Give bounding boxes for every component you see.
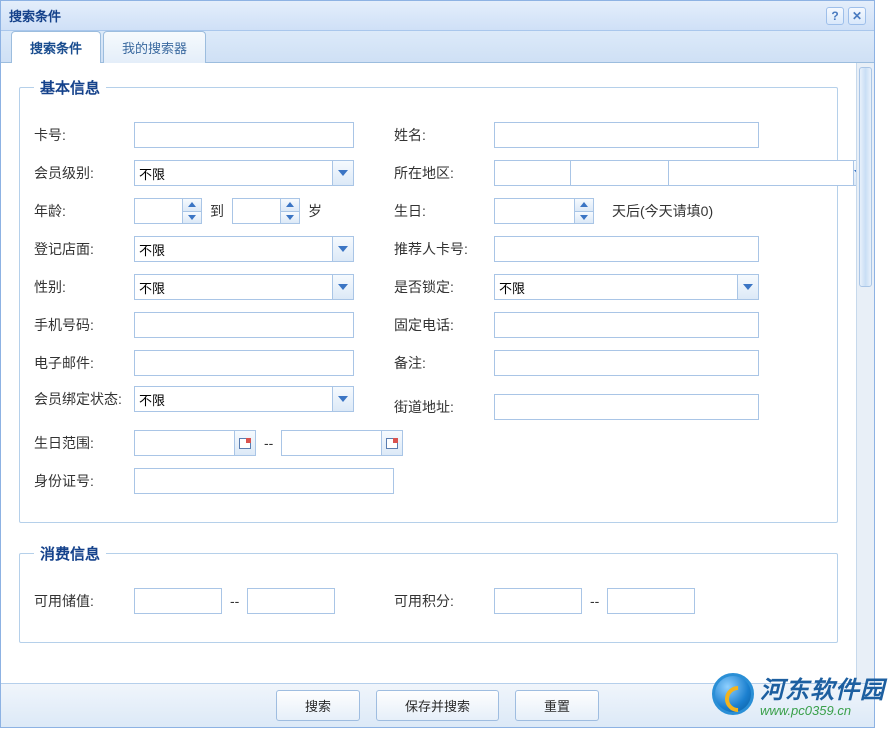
- email-input[interactable]: [134, 350, 354, 376]
- avail-points-label: 可用积分:: [394, 591, 494, 611]
- street-label: 街道地址:: [394, 397, 494, 417]
- calendar-icon[interactable]: [234, 430, 256, 456]
- id-card-label: 身份证号:: [34, 471, 134, 491]
- referrer-card-label: 推荐人卡号:: [394, 239, 494, 259]
- age-label: 年龄:: [34, 201, 134, 221]
- chevron-down-icon[interactable]: [332, 160, 354, 186]
- form-content: 基本信息 卡号: 姓名: 会员级别:: [1, 63, 856, 683]
- chevron-down-icon[interactable]: [332, 274, 354, 300]
- street-input[interactable]: [494, 394, 759, 420]
- chevron-down-icon[interactable]: [332, 386, 354, 412]
- search-dialog: 搜索条件 ? ✕ 搜索条件 我的搜索器 基本信息 卡号: 姓名:: [0, 0, 875, 728]
- gender-label: 性别:: [34, 277, 134, 297]
- age-from-spinner[interactable]: [134, 198, 202, 224]
- days-later-label: 天后(今天请填0): [612, 201, 713, 221]
- birthday-to-input[interactable]: [281, 430, 381, 456]
- chevron-down-icon[interactable]: [332, 236, 354, 262]
- consume-info-fieldset: 消费信息 可用储值: -- 可用积分: --: [19, 543, 838, 643]
- close-button[interactable]: ✕: [848, 7, 866, 25]
- spinner-down-icon[interactable]: [183, 212, 201, 224]
- phone-label: 固定电话:: [394, 315, 494, 335]
- spinner-down-icon[interactable]: [281, 212, 299, 224]
- button-bar: 搜索 保存并搜索 重置: [1, 683, 874, 727]
- birthday-label: 生日:: [394, 201, 494, 221]
- chevron-down-icon[interactable]: [737, 274, 759, 300]
- member-level-label: 会员级别:: [34, 163, 134, 183]
- basic-info-legend: 基本信息: [34, 77, 106, 98]
- mobile-label: 手机号码:: [34, 315, 134, 335]
- calendar-icon[interactable]: [381, 430, 403, 456]
- points-from-input[interactable]: [494, 588, 582, 614]
- spinner-up-icon[interactable]: [281, 199, 299, 212]
- tab-search-conditions[interactable]: 搜索条件: [11, 31, 101, 63]
- birthday-to-date[interactable]: [281, 430, 403, 456]
- bind-status-input[interactable]: [134, 386, 332, 412]
- birthday-from-date[interactable]: [134, 430, 256, 456]
- birthday-days-input[interactable]: [494, 198, 574, 224]
- remark-label: 备注:: [394, 353, 494, 373]
- reg-store-combo[interactable]: [134, 236, 354, 262]
- card-no-label: 卡号:: [34, 125, 134, 145]
- locked-combo[interactable]: [494, 274, 759, 300]
- region3-input[interactable]: [668, 160, 853, 186]
- reg-store-label: 登记店面:: [34, 239, 134, 259]
- avail-balance-label: 可用储值:: [34, 591, 134, 611]
- age-from-input[interactable]: [134, 198, 182, 224]
- gender-combo[interactable]: [134, 274, 354, 300]
- age-to-input[interactable]: [232, 198, 280, 224]
- member-level-combo[interactable]: [134, 160, 354, 186]
- balance-from-input[interactable]: [134, 588, 222, 614]
- tabbar: 搜索条件 我的搜索器: [1, 31, 874, 63]
- email-label: 电子邮件:: [34, 353, 134, 373]
- spinner-up-icon[interactable]: [183, 199, 201, 212]
- region1-combo[interactable]: [494, 160, 560, 186]
- age-to-spinner[interactable]: [232, 198, 300, 224]
- birthday-from-input[interactable]: [134, 430, 234, 456]
- help-icon: ?: [831, 9, 838, 23]
- spinner-up-icon[interactable]: [575, 199, 593, 212]
- tab-my-searchers[interactable]: 我的搜索器: [103, 31, 206, 63]
- locked-label: 是否锁定:: [394, 277, 494, 297]
- scroll-thumb[interactable]: [859, 67, 872, 287]
- bind-status-combo[interactable]: [134, 386, 354, 412]
- member-level-input[interactable]: [134, 160, 332, 186]
- titlebar: 搜索条件 ? ✕: [1, 1, 874, 31]
- window-title: 搜索条件: [9, 6, 61, 25]
- name-label: 姓名:: [394, 125, 494, 145]
- birthday-range-label: 生日范围:: [34, 433, 134, 453]
- locked-input[interactable]: [494, 274, 737, 300]
- birthday-days-spinner[interactable]: [494, 198, 594, 224]
- age-unit-label: 岁: [308, 201, 322, 221]
- balance-to-input[interactable]: [247, 588, 335, 614]
- id-card-input[interactable]: [134, 468, 394, 494]
- save-and-search-button[interactable]: 保存并搜索: [376, 690, 499, 721]
- gender-input[interactable]: [134, 274, 332, 300]
- search-button[interactable]: 搜索: [276, 690, 360, 721]
- vertical-scrollbar[interactable]: [856, 63, 874, 683]
- range-sep: --: [264, 435, 273, 451]
- spinner-down-icon[interactable]: [575, 212, 593, 224]
- help-button[interactable]: ?: [826, 7, 844, 25]
- bind-status-label: 会员绑定状态:: [34, 390, 134, 408]
- range-sep: --: [230, 593, 239, 609]
- consume-info-legend: 消费信息: [34, 543, 106, 564]
- mobile-input[interactable]: [134, 312, 354, 338]
- range-sep: --: [590, 593, 599, 609]
- basic-info-fieldset: 基本信息 卡号: 姓名: 会员级别:: [19, 77, 838, 523]
- region2-combo[interactable]: [570, 160, 658, 186]
- name-input[interactable]: [494, 122, 759, 148]
- referrer-card-input[interactable]: [494, 236, 759, 262]
- remark-input[interactable]: [494, 350, 759, 376]
- card-no-input[interactable]: [134, 122, 354, 148]
- age-to-label: 到: [210, 201, 224, 221]
- close-icon: ✕: [852, 9, 862, 23]
- points-to-input[interactable]: [607, 588, 695, 614]
- reg-store-input[interactable]: [134, 236, 332, 262]
- region-label: 所在地区:: [394, 163, 494, 183]
- phone-input[interactable]: [494, 312, 759, 338]
- region3-combo[interactable]: [668, 160, 756, 186]
- reset-button[interactable]: 重置: [515, 690, 599, 721]
